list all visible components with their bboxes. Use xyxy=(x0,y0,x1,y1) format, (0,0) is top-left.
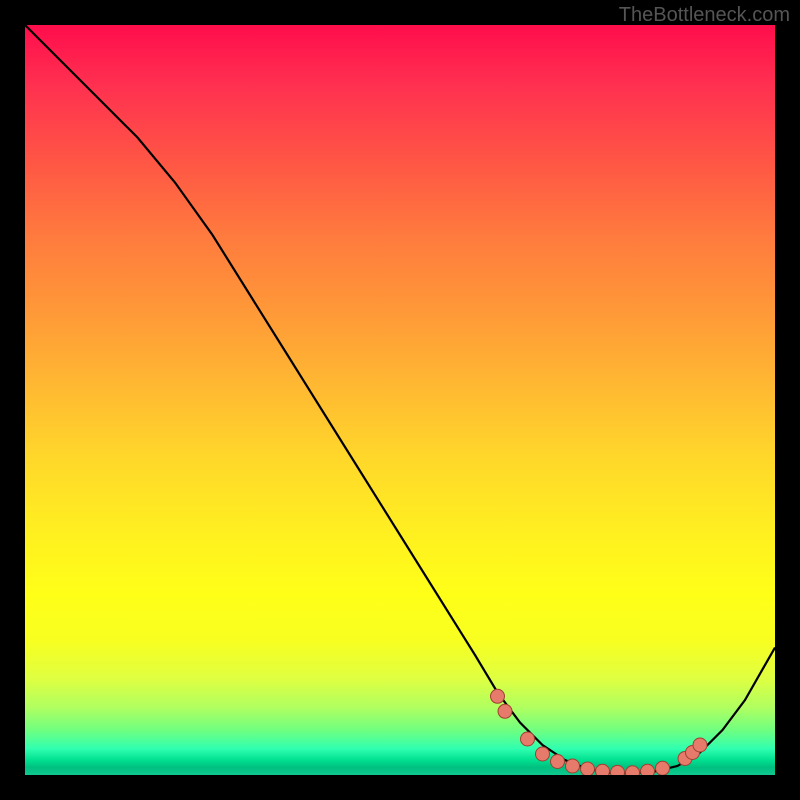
marker-dot xyxy=(498,704,512,718)
marker-dot xyxy=(566,759,580,773)
bottleneck-curve xyxy=(25,25,775,774)
watermark-text: TheBottleneck.com xyxy=(619,4,790,27)
chart-svg xyxy=(25,25,775,775)
marker-dot xyxy=(611,765,625,775)
marker-dot xyxy=(536,747,550,761)
marker-dot xyxy=(641,764,655,775)
curve-markers xyxy=(491,689,708,775)
marker-dot xyxy=(596,764,610,775)
marker-dot xyxy=(551,755,565,769)
chart-area xyxy=(25,25,775,775)
marker-dot xyxy=(581,762,595,775)
marker-dot xyxy=(693,738,707,752)
marker-dot xyxy=(491,689,505,703)
marker-dot xyxy=(626,766,640,775)
marker-dot xyxy=(656,761,670,775)
marker-dot xyxy=(521,732,535,746)
